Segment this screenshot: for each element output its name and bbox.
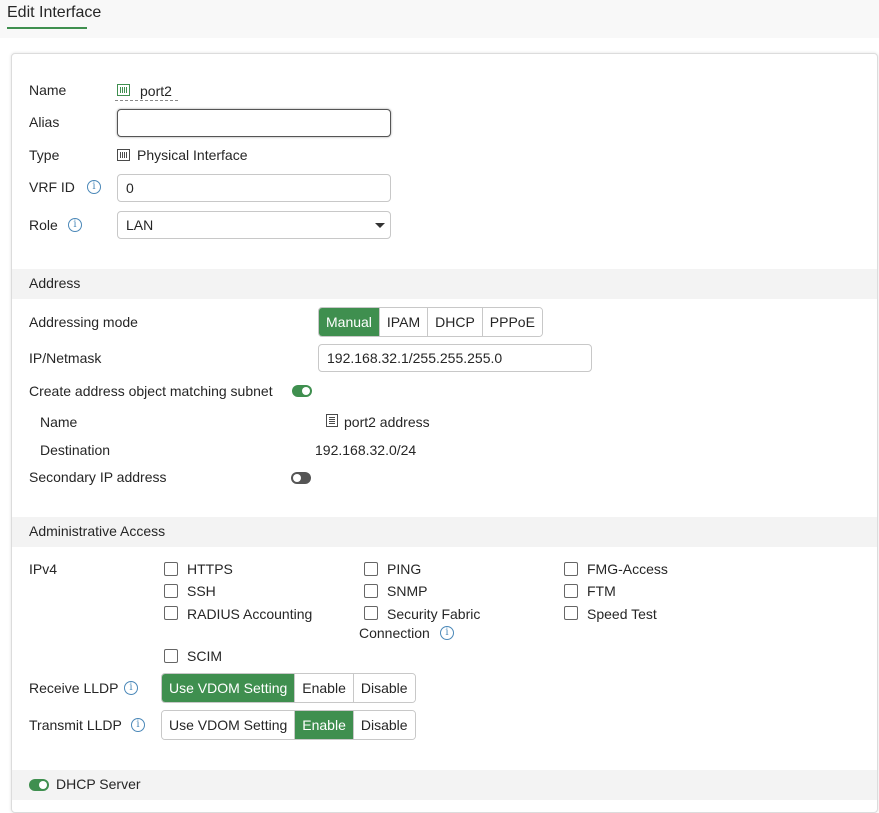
admin-access-section-title: Administrative Access <box>29 523 166 539</box>
destination-label: Destination <box>40 442 111 458</box>
mode-dhcp-button[interactable]: DHCP <box>428 308 483 336</box>
physical-interface-icon <box>117 149 130 161</box>
dhcp-server-section-title: DHCP Server <box>56 776 141 792</box>
ipv4-label: IPv4 <box>29 561 58 577</box>
create-address-object-toggle[interactable] <box>292 385 312 397</box>
edit-interface-panel: Name port2 Alias Type Physical Interface… <box>11 53 878 813</box>
ftm-label: FTM <box>587 583 616 599</box>
radius-accounting-checkbox[interactable] <box>164 606 178 620</box>
transmit-lldp-enable-button[interactable]: Enable <box>295 711 354 739</box>
type-value: Physical Interface <box>137 147 248 163</box>
security-fabric-checkbox[interactable] <box>364 606 378 620</box>
ftm-checkbox[interactable] <box>564 584 578 598</box>
destination-value: 192.168.32.0/24 <box>315 442 417 458</box>
name-label: Name <box>29 82 67 98</box>
title-underline <box>7 27 87 29</box>
addressing-mode-label: Addressing mode <box>29 314 138 330</box>
ip-netmask-input[interactable] <box>318 344 592 372</box>
ssh-label: SSH <box>187 583 216 599</box>
name-underline <box>115 100 178 101</box>
chevron-down-icon <box>375 223 385 228</box>
ping-checkbox[interactable] <box>364 562 378 576</box>
transmit-lldp-vdom-button[interactable]: Use VDOM Setting <box>162 711 296 739</box>
receive-lldp-vdom-button[interactable]: Use VDOM Setting <box>162 674 296 702</box>
radius-accounting-label: RADIUS Accounting <box>187 606 313 622</box>
address-object-icon <box>326 414 338 427</box>
ip-netmask-label: IP/Netmask <box>29 350 102 366</box>
address-object-name-value: port2 address <box>344 414 430 430</box>
fmg-access-checkbox[interactable] <box>564 562 578 576</box>
speed-test-label: Speed Test <box>587 606 657 622</box>
port-icon <box>117 84 130 96</box>
ping-label: PING <box>387 561 422 577</box>
fmg-access-label: FMG-Access <box>587 561 668 577</box>
mode-pppoe-button[interactable]: PPPoE <box>482 308 542 336</box>
vrf-info-icon[interactable]: i <box>87 180 101 194</box>
transmit-lldp-label: Transmit LLDP <box>29 717 122 733</box>
addressing-mode-group: Manual IPAM DHCP PPPoE <box>318 307 543 337</box>
interface-name-value: port2 <box>140 83 172 99</box>
scim-label: SCIM <box>187 648 222 664</box>
type-label: Type <box>29 147 60 163</box>
role-selected-value: LAN <box>126 217 154 233</box>
security-fabric-label-line2: Connection <box>359 625 430 641</box>
https-checkbox[interactable] <box>164 562 178 576</box>
transmit-lldp-disable-button[interactable]: Disable <box>353 711 415 739</box>
ssh-checkbox[interactable] <box>164 584 178 598</box>
receive-lldp-enable-button[interactable]: Enable <box>295 674 354 702</box>
security-fabric-info-icon[interactable]: i <box>440 626 454 640</box>
page-title: Edit Interface <box>7 4 102 21</box>
header-bar <box>0 0 879 38</box>
mode-manual-button[interactable]: Manual <box>319 308 380 336</box>
alias-label: Alias <box>29 114 60 130</box>
vrf-id-input[interactable] <box>117 174 391 202</box>
receive-lldp-disable-button[interactable]: Disable <box>353 674 415 702</box>
admin-access-section-header: Administrative Access <box>12 517 877 547</box>
speed-test-checkbox[interactable] <box>564 606 578 620</box>
scim-checkbox[interactable] <box>164 649 178 663</box>
secondary-ip-toggle[interactable] <box>291 472 311 484</box>
vrf-id-label: VRF ID <box>29 179 75 195</box>
receive-lldp-label: Receive LLDP <box>29 680 119 696</box>
transmit-lldp-info-icon[interactable]: i <box>131 718 145 732</box>
snmp-label: SNMP <box>387 583 428 599</box>
secondary-ip-label: Secondary IP address <box>29 469 167 485</box>
address-section-header: Address <box>12 269 877 299</box>
role-label: Role <box>29 217 58 233</box>
receive-lldp-group: Use VDOM Setting Enable Disable <box>161 673 416 703</box>
security-fabric-label: Security Fabric <box>387 606 481 622</box>
create-address-object-label: Create address object matching subnet <box>29 383 273 399</box>
alias-input[interactable] <box>117 109 391 137</box>
address-object-name-label: Name <box>40 414 78 430</box>
role-info-icon[interactable]: i <box>68 218 82 232</box>
https-label: HTTPS <box>187 561 233 577</box>
snmp-checkbox[interactable] <box>364 584 378 598</box>
address-section-title: Address <box>29 275 81 291</box>
dhcp-server-toggle[interactable] <box>29 779 49 791</box>
receive-lldp-info-icon[interactable]: i <box>124 681 138 695</box>
role-select[interactable]: LAN <box>117 211 391 239</box>
dhcp-server-section-header: DHCP Server <box>12 770 877 800</box>
mode-ipam-button[interactable]: IPAM <box>379 308 429 336</box>
transmit-lldp-group: Use VDOM Setting Enable Disable <box>161 710 416 740</box>
